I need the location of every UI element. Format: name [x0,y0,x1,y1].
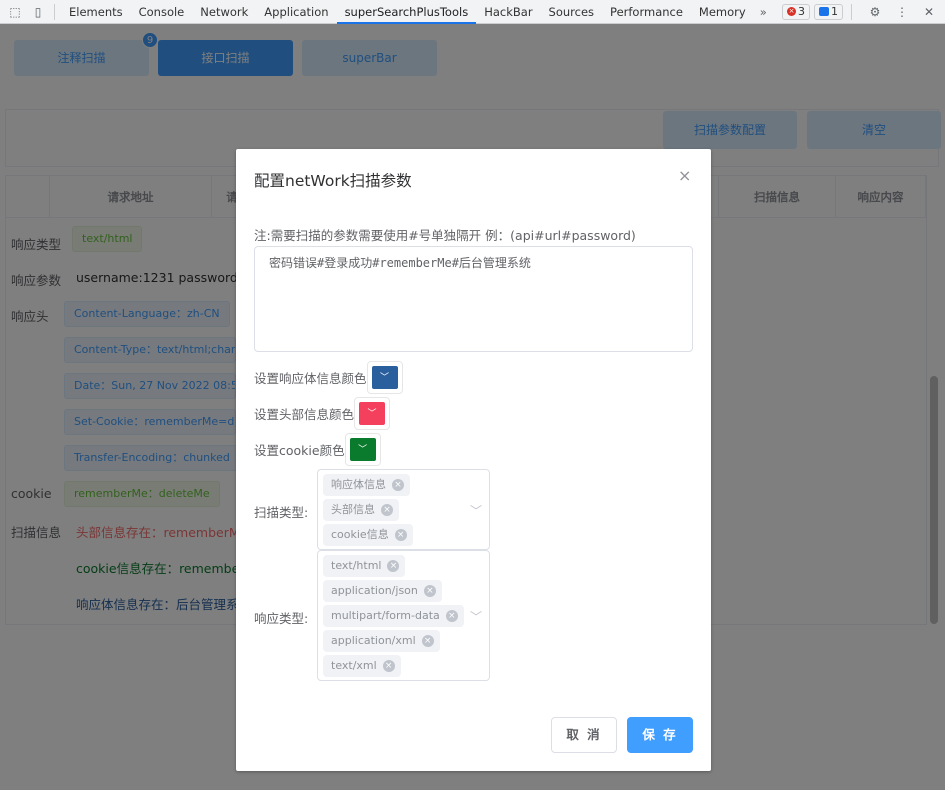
cookie-color-label: 设置cookie颜色 [254,443,345,458]
param-note: 注:需要扫描的参数需要使用#号单独隔开 例：(api#url#password) [254,228,636,243]
cancel-button[interactable]: 取 消 [551,717,617,753]
chip-close-icon[interactable]: × [392,479,404,491]
scan-params-textarea[interactable]: 密码错误#登录成功#rememberMe#后台管理系统 [254,246,693,352]
chevron-down-icon: ﹀ [349,438,376,461]
cookie-color-row: 设置cookie颜色 ﹀ [254,433,381,466]
close-devtools-icon[interactable]: ✕ [921,4,937,20]
dialog-title: 配置netWork扫描参数 [254,172,412,190]
body-color-row: 设置响应体信息颜色 ﹀ [254,361,403,394]
save-button[interactable]: 保 存 [627,717,693,753]
chip-label: cookie信息 [331,528,389,541]
chip-label: text/xml [331,659,377,672]
response-type-chip: multipart/form-data × [323,605,464,627]
chip-label: application/json [331,584,418,597]
chip-close-icon[interactable]: × [381,504,393,516]
divider [851,3,852,20]
chip-close-icon[interactable]: × [445,610,458,622]
inspect-element-icon[interactable]: ⬚ [7,4,23,20]
scan-type-chip: cookie信息 × [323,524,413,546]
message-icon [819,7,829,16]
chip-label: text/html [331,559,382,572]
scan-type-label: 扫描类型: [254,505,309,520]
scan-type-select[interactable]: 响应体信息 × 头部信息 × cookie信息 × ﹀ [317,469,490,550]
kebab-menu-icon[interactable]: ⋮ [894,4,910,20]
tab-hackbar[interactable]: HackBar [476,0,540,24]
chip-close-icon[interactable]: × [423,585,436,597]
header-color-picker[interactable]: ﹀ [354,397,391,430]
chip-label: multipart/form-data [331,609,440,622]
divider [54,3,55,20]
chip-close-icon[interactable]: × [421,635,434,647]
cookie-color-picker[interactable]: ﹀ [344,433,381,466]
tab-application[interactable]: Application [256,0,336,24]
config-dialog: 配置netWork扫描参数 × 注:需要扫描的参数需要使用#号单独隔开 例：(a… [236,149,711,771]
tab-memory[interactable]: Memory [691,0,754,24]
devtools-toolbar: ⬚ ▯ Elements Console Network Application… [0,0,945,24]
chip-label: application/xml [331,634,416,647]
response-type-form-label: 响应类型: [254,611,309,626]
tab-console[interactable]: Console [131,0,193,24]
tab-elements[interactable]: Elements [61,0,131,24]
response-type-chip: application/xml × [323,630,440,652]
chip-close-icon[interactable]: × [387,560,400,572]
response-type-chip: text/html × [323,555,406,577]
chevron-down-icon: ﹀ [470,610,483,624]
chip-label: 头部信息 [331,503,375,516]
chevron-down-icon: ﹀ [371,366,398,389]
chip-close-icon[interactable]: × [382,660,395,672]
chip-label: 响应体信息 [331,478,386,491]
tab-supersearchplustools[interactable]: superSearchPlusTools [336,0,477,24]
devtools-status: × 3 1 ⚙ ⋮ ✕ [782,3,945,20]
error-count-badge[interactable]: × 3 [782,3,810,20]
message-count: 1 [831,5,838,18]
chevron-down-icon: ﹀ [359,402,386,425]
scan-type-chip: 响应体信息 × [323,474,410,496]
tab-sources[interactable]: Sources [541,0,603,24]
response-type-chip: application/json × [323,580,442,602]
header-color-row: 设置头部信息颜色 ﹀ [254,397,391,430]
chip-close-icon[interactable]: × [394,529,407,541]
close-icon[interactable]: × [678,166,691,185]
more-tabs-icon[interactable]: » [754,5,773,19]
response-type-select[interactable]: text/html × application/json × multipart/f… [317,550,490,681]
body-color-label: 设置响应体信息颜色 [254,371,367,386]
body-color-picker[interactable]: ﹀ [366,361,403,394]
message-count-badge[interactable]: 1 [814,3,843,20]
error-count: 3 [798,5,805,18]
error-icon: × [787,7,796,16]
chevron-down-icon: ﹀ [470,504,483,518]
tab-network[interactable]: Network [192,0,256,24]
gear-icon[interactable]: ⚙ [867,4,883,20]
response-type-chip: text/xml × [323,655,401,677]
tab-performance[interactable]: Performance [602,0,691,24]
device-toolbar-icon[interactable]: ▯ [30,4,46,20]
header-color-label: 设置头部信息颜色 [254,407,355,422]
scan-type-chip: 头部信息 × [323,499,399,521]
